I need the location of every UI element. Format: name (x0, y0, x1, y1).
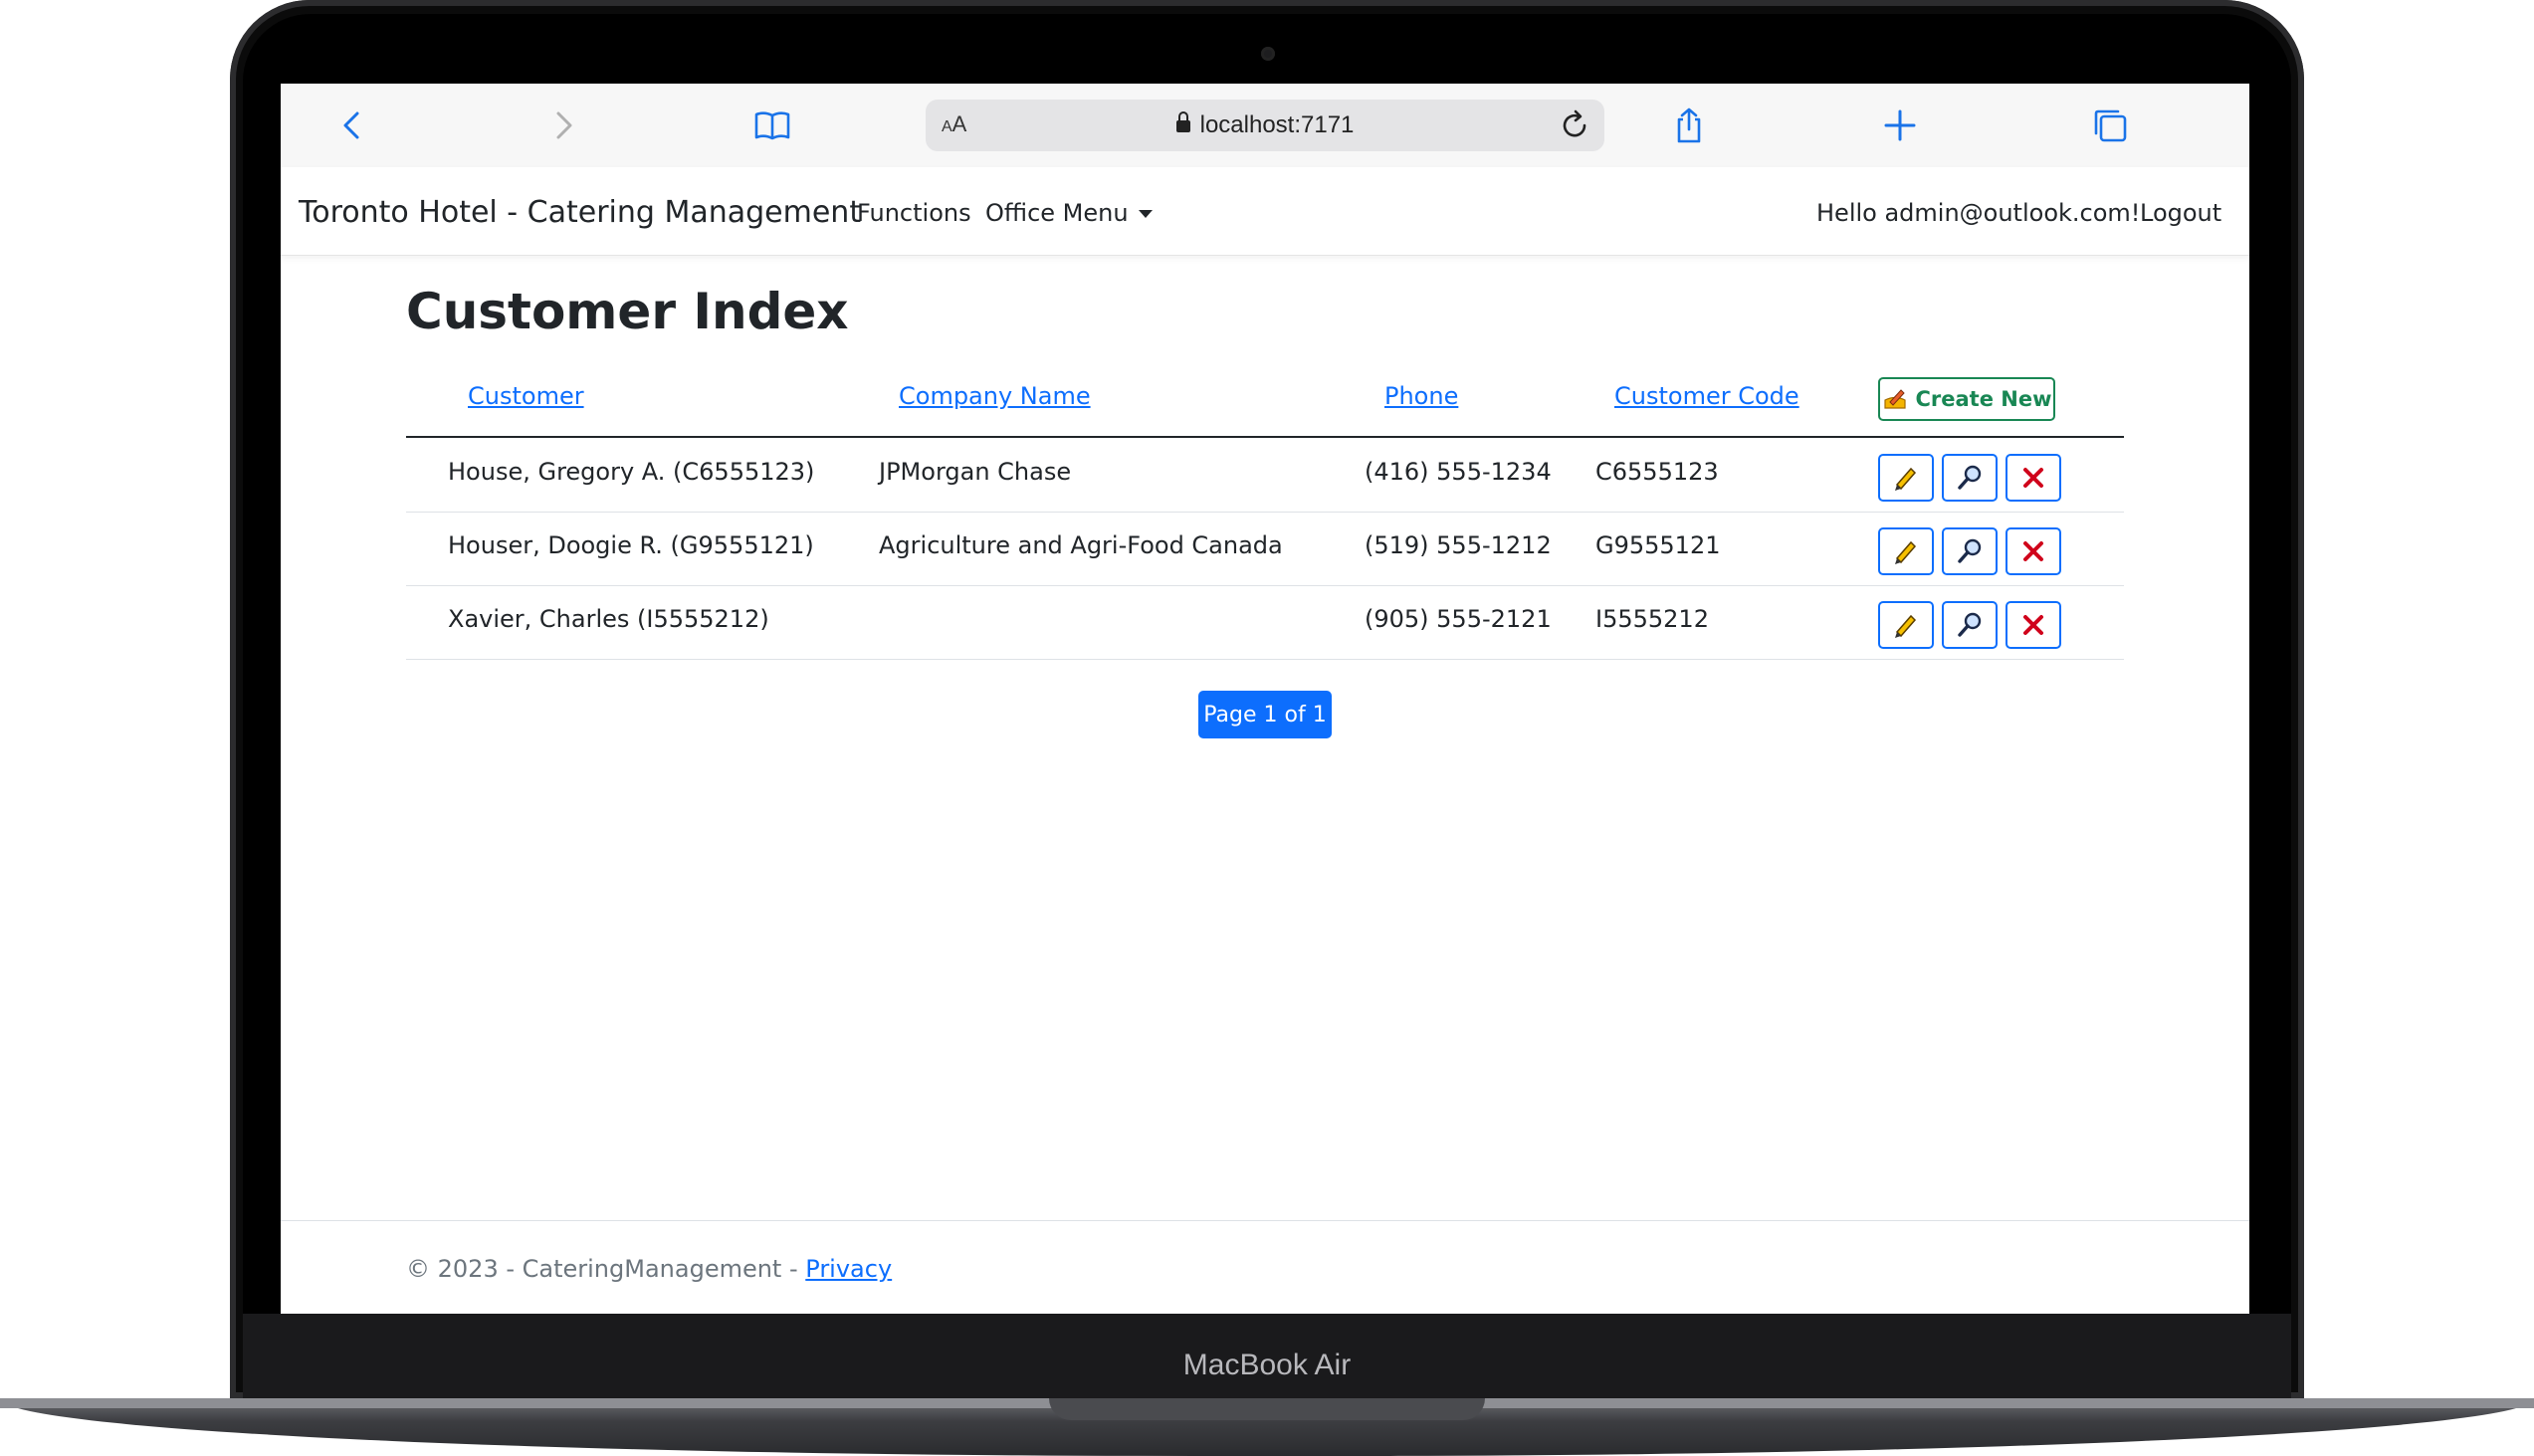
tabs-overview-icon[interactable] (2088, 104, 2132, 147)
cross-icon (2023, 468, 2043, 488)
forward-icon[interactable] (541, 104, 585, 147)
sort-company-name[interactable]: Company Name (899, 382, 1091, 410)
table-row: Houser, Doogie R. (G9555121) Agriculture… (406, 512, 2124, 586)
cross-icon (2023, 541, 2043, 561)
sort-customer[interactable]: Customer (468, 382, 584, 410)
details-button[interactable] (1942, 527, 1998, 575)
privacy-link[interactable]: Privacy (805, 1255, 892, 1283)
customer-name: House, Gregory A. (C6555123) (448, 458, 815, 486)
browser-toolbar: AA localhost:7171 (281, 84, 2249, 168)
lock-icon (1175, 111, 1190, 132)
table-row: Xavier, Charles (I5555212) (905) 555-212… (406, 585, 2124, 660)
create-icon (1883, 389, 1906, 409)
user-greeting[interactable]: Hello admin@outlook.com! (1816, 199, 2140, 227)
nav-functions[interactable]: Functions (857, 199, 971, 227)
phone: (416) 555-1234 (1365, 458, 1552, 486)
table-row: House, Gregory A. (C6555123) JPMorgan Ch… (406, 438, 2124, 513)
page-title: Customer Index (406, 283, 849, 340)
company-name: Agriculture and Agri-Food Canada (879, 531, 1283, 559)
edit-button[interactable] (1878, 601, 1934, 649)
camera-icon (1261, 47, 1275, 61)
phone: (519) 555-1212 (1365, 531, 1552, 559)
brand-link[interactable]: Toronto Hotel - Catering Management (299, 195, 861, 230)
reload-icon[interactable] (1555, 105, 1594, 145)
bookmarks-icon[interactable] (750, 104, 794, 147)
delete-button[interactable] (2006, 601, 2061, 649)
cross-icon (2023, 615, 2043, 635)
browser-screen: AA localhost:7171 Toronto Hotel - Cateri… (281, 84, 2249, 1314)
url-text: localhost:7171 (1199, 111, 1355, 138)
magnifier-icon (1958, 538, 1982, 563)
customer-code: C6555123 (1595, 458, 1719, 486)
pencil-icon (1895, 540, 1917, 564)
pencil-icon (1895, 467, 1917, 491)
customer-name: Houser, Doogie R. (G9555121) (448, 531, 814, 559)
page-footer: © 2023 - CateringManagement - Privacy (281, 1220, 2249, 1314)
customer-name: Xavier, Charles (I5555212) (448, 605, 769, 633)
phone: (905) 555-2121 (1365, 605, 1552, 633)
delete-button[interactable] (2006, 454, 2061, 502)
create-new-button[interactable]: Create New (1878, 377, 2055, 421)
new-tab-icon[interactable] (1878, 104, 1922, 147)
edit-button[interactable] (1878, 527, 1934, 575)
company-name: JPMorgan Chase (879, 458, 1072, 486)
edit-button[interactable] (1878, 454, 1934, 502)
magnifier-icon (1958, 465, 1982, 490)
details-button[interactable] (1942, 601, 1998, 649)
caret-down-icon (1138, 210, 1153, 218)
pencil-icon (1895, 614, 1917, 638)
logout-link[interactable]: Logout (2140, 199, 2221, 227)
create-new-label: Create New (1915, 387, 2052, 411)
details-button[interactable] (1942, 454, 1998, 502)
sort-phone[interactable]: Phone (1384, 382, 1458, 410)
office-menu-label: Office Menu (985, 199, 1129, 227)
footer-text: © 2023 - CateringManagement - Privacy (406, 1255, 892, 1283)
customer-code: I5555212 (1595, 605, 1709, 633)
address-bar[interactable]: AA localhost:7171 (926, 100, 1604, 151)
pager-button[interactable]: Page 1 of 1 (1198, 691, 1332, 738)
copyright-text: © 2023 - CateringManagement - (406, 1255, 806, 1283)
back-icon[interactable] (330, 104, 374, 147)
app-navbar: Toronto Hotel - Catering Management Func… (281, 167, 2249, 256)
nav-office-menu[interactable]: Office Menu (985, 199, 1153, 227)
device-label: MacBook Air (1182, 1349, 1352, 1381)
laptop-notch (1049, 1398, 1485, 1420)
sort-customer-code[interactable]: Customer Code (1614, 382, 1799, 410)
magnifier-icon (1958, 612, 1982, 637)
share-icon[interactable] (1667, 104, 1711, 147)
delete-button[interactable] (2006, 527, 2061, 575)
customer-code: G9555121 (1595, 531, 1721, 559)
